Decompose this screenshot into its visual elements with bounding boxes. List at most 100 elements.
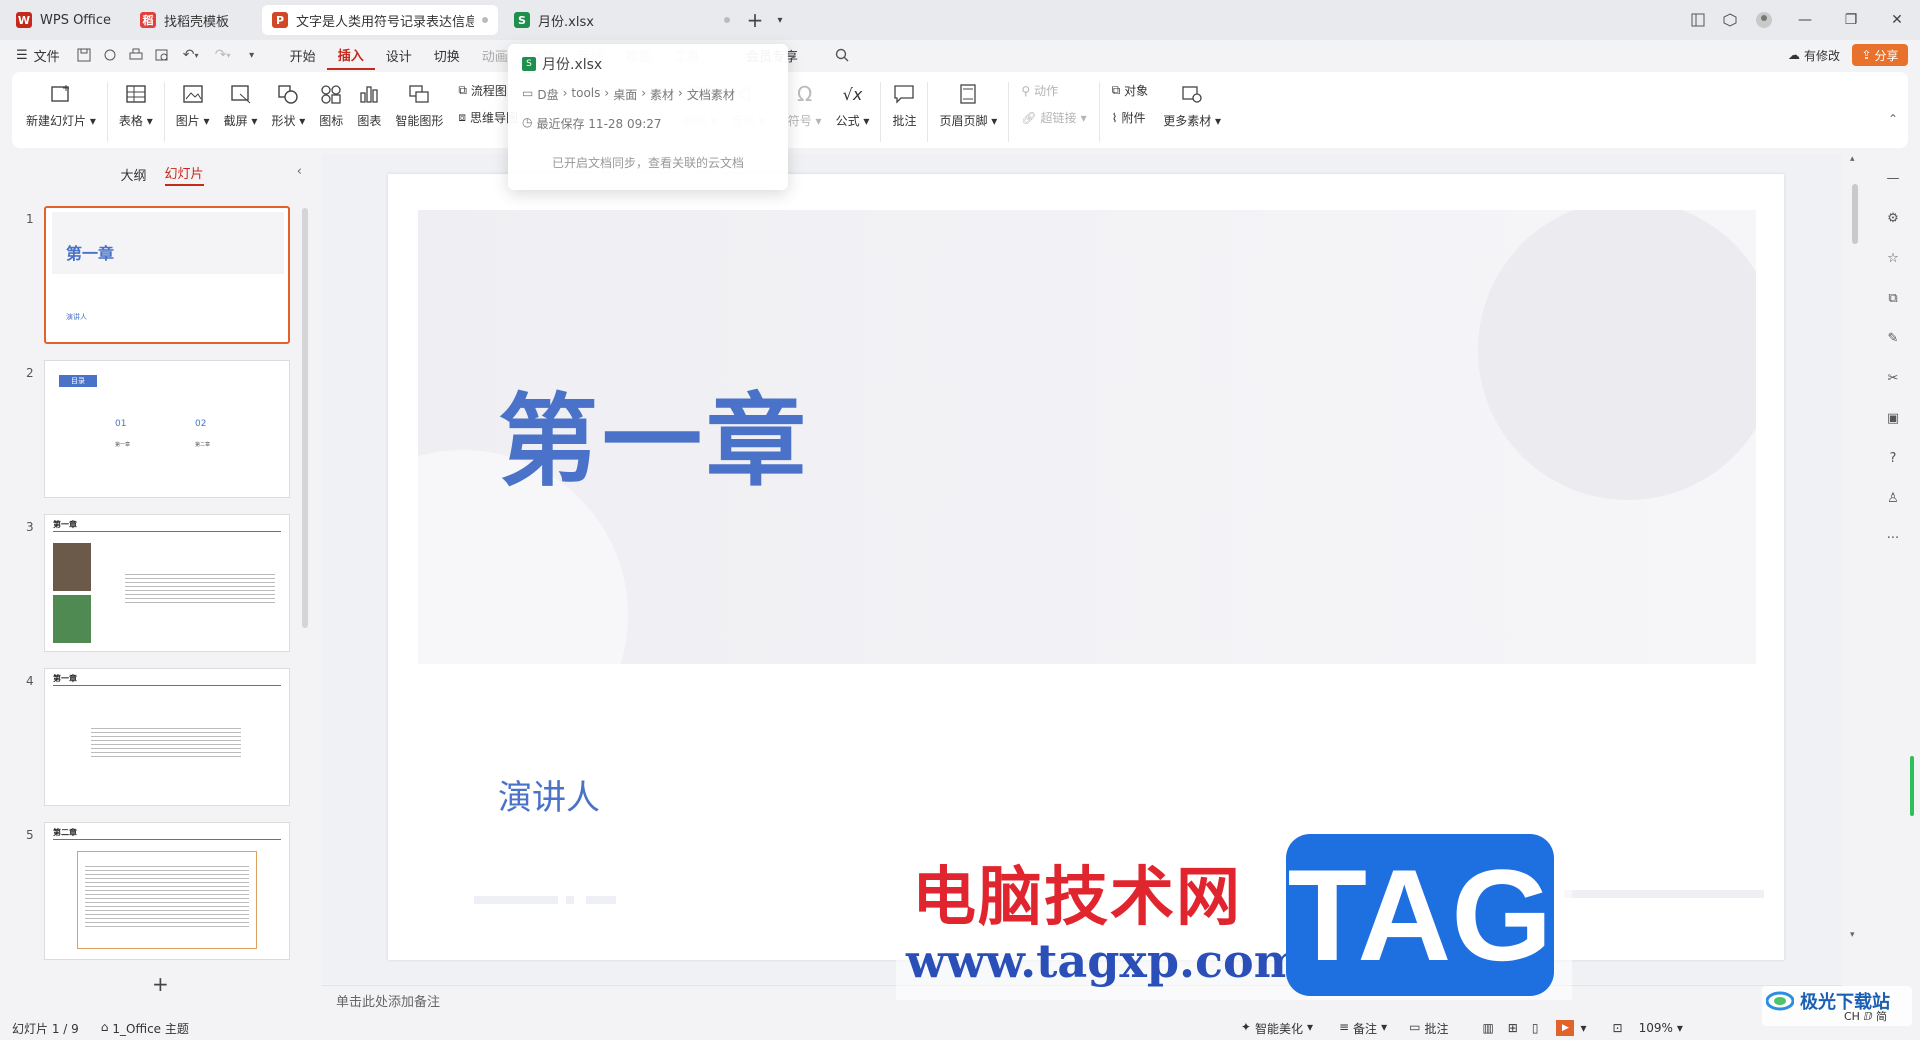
- book-icon[interactable]: ▣: [1882, 406, 1904, 430]
- lotus-image: [53, 595, 91, 643]
- grid-view-icon[interactable]: ⊞: [1508, 1021, 1518, 1035]
- collapse-panel-icon[interactable]: ‹: [297, 164, 302, 179]
- unsaved-dot-icon: [482, 17, 488, 23]
- zoom-level[interactable]: 109%: [1639, 1021, 1673, 1035]
- icon-button[interactable]: 图标: [312, 82, 350, 129]
- table-button[interactable]: 表格 ▾: [112, 82, 160, 129]
- unsaved-dot-icon: [724, 17, 730, 23]
- beautify-button[interactable]: ✦ 智能美化 ▾: [1241, 1020, 1313, 1037]
- play-chevron-icon[interactable]: ▾: [1580, 1021, 1586, 1035]
- close-button[interactable]: ✕: [1874, 0, 1920, 40]
- print-icon[interactable]: [123, 40, 149, 70]
- normal-view-icon[interactable]: ▥: [1482, 1021, 1493, 1035]
- shape-button[interactable]: 形状 ▾: [264, 82, 312, 129]
- minimize-button[interactable]: —: [1782, 0, 1828, 40]
- slide-thumbnail[interactable]: 第一章: [44, 668, 290, 806]
- shirt-icon[interactable]: ♙: [1882, 486, 1904, 510]
- popup-sync-link[interactable]: 已开启文档同步，查看关联的云文档: [522, 154, 774, 171]
- slide-panel: 大纲 幻灯片 ‹ 1 第一章 演讲人 2 目录 01 第一章 02 第二章 3 …: [12, 154, 312, 1012]
- quick-access-chevron-icon[interactable]: ▾: [239, 40, 265, 70]
- popup-path[interactable]: ▭ D盘 › tools › 桌面 › 素材 › 文档素材: [522, 86, 774, 103]
- slides-icon[interactable]: ⧉: [1882, 286, 1904, 310]
- save-icon[interactable]: [71, 40, 97, 70]
- comments-toggle[interactable]: ▭ 批注: [1409, 1020, 1448, 1037]
- help-icon[interactable]: ?: [1882, 446, 1904, 470]
- redo-icon[interactable]: ↷ ▾: [207, 40, 239, 70]
- restore-button[interactable]: ❐: [1828, 0, 1874, 40]
- menu-design[interactable]: 设计: [375, 40, 423, 70]
- hyperlink-button[interactable]: 🔗︎ 超链接 ▾: [1021, 109, 1086, 126]
- avatar[interactable]: [1746, 0, 1782, 40]
- tab-wps-office[interactable]: W WPS Office: [6, 5, 124, 35]
- formula-button[interactable]: √x 公式 ▾: [829, 82, 877, 129]
- tab-list-chevron-icon[interactable]: ▾: [770, 0, 790, 40]
- cloud-icon: ☁: [1787, 48, 1800, 62]
- action-button[interactable]: ⚲ 动作: [1021, 82, 1086, 99]
- slide-thumbnail[interactable]: 第一章: [44, 514, 290, 652]
- layout-icon[interactable]: [1682, 0, 1714, 40]
- zoom-chevron-icon[interactable]: ▾: [1677, 1021, 1683, 1035]
- minus-icon[interactable]: —: [1882, 166, 1904, 190]
- sheet-icon: S: [522, 57, 536, 71]
- menu-insert[interactable]: 插入: [326, 40, 375, 70]
- chart-button[interactable]: 图表: [350, 82, 388, 129]
- scroll-up-icon[interactable]: ▴: [1850, 154, 1855, 164]
- more-material-button[interactable]: 更多素材 ▾: [1156, 82, 1228, 129]
- picture-button[interactable]: 图片 ▾: [169, 82, 217, 129]
- popup-file-row[interactable]: S 月份.xlsx: [522, 54, 774, 74]
- action-group: ⚲ 动作 🔗︎ 超链接 ▾: [1013, 82, 1094, 126]
- undo-icon[interactable]: ↶ ▾: [175, 40, 207, 70]
- comment-button[interactable]: 批注: [885, 82, 923, 129]
- tab-outline[interactable]: 大纲: [120, 165, 146, 184]
- tools-icon[interactable]: ✂: [1882, 366, 1904, 390]
- star-icon[interactable]: ☆: [1882, 246, 1904, 270]
- object-button[interactable]: ⧉ 对象: [1112, 82, 1149, 99]
- smart-graphic-button[interactable]: 智能图形: [388, 82, 450, 129]
- file-menu[interactable]: ☰ 文件: [0, 40, 71, 70]
- print-preview-icon[interactable]: [149, 40, 175, 70]
- tab-docer[interactable]: 稻 找稻壳模板: [130, 5, 256, 35]
- scissors-icon: [229, 82, 253, 106]
- header-footer-button[interactable]: 页眉页脚 ▾: [932, 82, 1004, 129]
- new-slide-button[interactable]: 新建幻灯片 ▾: [12, 82, 103, 129]
- menu-home[interactable]: 开始: [279, 40, 327, 70]
- attachment-button[interactable]: ⌇ 附件: [1112, 109, 1149, 126]
- comment-icon: [892, 82, 916, 106]
- edit-icon[interactable]: ✎: [1882, 326, 1904, 350]
- menu-transition[interactable]: 切换: [423, 40, 471, 70]
- play-icon[interactable]: ▶: [1556, 1020, 1575, 1036]
- fit-window-icon[interactable]: ⊡: [1613, 1021, 1623, 1035]
- panel-scrollbar[interactable]: [302, 208, 308, 628]
- properties-icon[interactable]: ⚙: [1882, 206, 1904, 230]
- tab-sheet[interactable]: S 月份.xlsx: [504, 5, 740, 35]
- presenter-placeholder[interactable]: 演讲人: [498, 770, 600, 819]
- theme-indicator[interactable]: ⌂ 1_Office 主题: [101, 1020, 189, 1037]
- smart-graphic-icon: [407, 82, 431, 106]
- slide-thumbnail[interactable]: 第二章: [44, 822, 290, 960]
- title-bar: W WPS Office 稻 找稻壳模板 P 文字是人类用符号记录表达信息以 S…: [0, 0, 1920, 40]
- tab-slides[interactable]: 幻灯片: [164, 163, 204, 186]
- tab-ppt-document[interactable]: P 文字是人类用符号记录表达信息以: [262, 5, 498, 35]
- slide-title[interactable]: 第一章: [498, 360, 810, 505]
- slide-thumbnail[interactable]: 第一章 演讲人: [44, 206, 290, 344]
- cube-icon[interactable]: [1714, 0, 1746, 40]
- screenshot-button[interactable]: 截屏 ▾: [217, 82, 265, 129]
- notes-toggle[interactable]: ≡ 备注 ▾: [1339, 1020, 1387, 1037]
- new-tab-button[interactable]: +: [740, 0, 770, 40]
- sheet-icon: S: [514, 12, 530, 28]
- collapse-ribbon-icon[interactable]: ⌃: [1888, 112, 1898, 126]
- more-icon[interactable]: ···: [1882, 526, 1904, 550]
- omega-icon: Ω: [796, 82, 813, 106]
- changes-indicator[interactable]: ☁ 有修改: [1788, 40, 1840, 70]
- share-button[interactable]: ⇪ 分享: [1852, 44, 1908, 66]
- scroll-down-icon[interactable]: ▾: [1850, 930, 1855, 940]
- export-pdf-icon[interactable]: [97, 40, 123, 70]
- search-icon[interactable]: [829, 40, 855, 70]
- add-slide-button[interactable]: +: [152, 972, 169, 996]
- mindmap-icon: ⧈: [458, 110, 466, 124]
- reading-view-icon[interactable]: ▯: [1532, 1021, 1539, 1035]
- formula-icon: √x: [842, 84, 863, 104]
- ime-indicator: CH ⅅ 简: [1844, 1010, 1887, 1023]
- canvas-scrollbar[interactable]: ▴ ▾: [1850, 154, 1860, 984]
- slide-thumbnail[interactable]: 目录 01 第一章 02 第二章: [44, 360, 290, 498]
